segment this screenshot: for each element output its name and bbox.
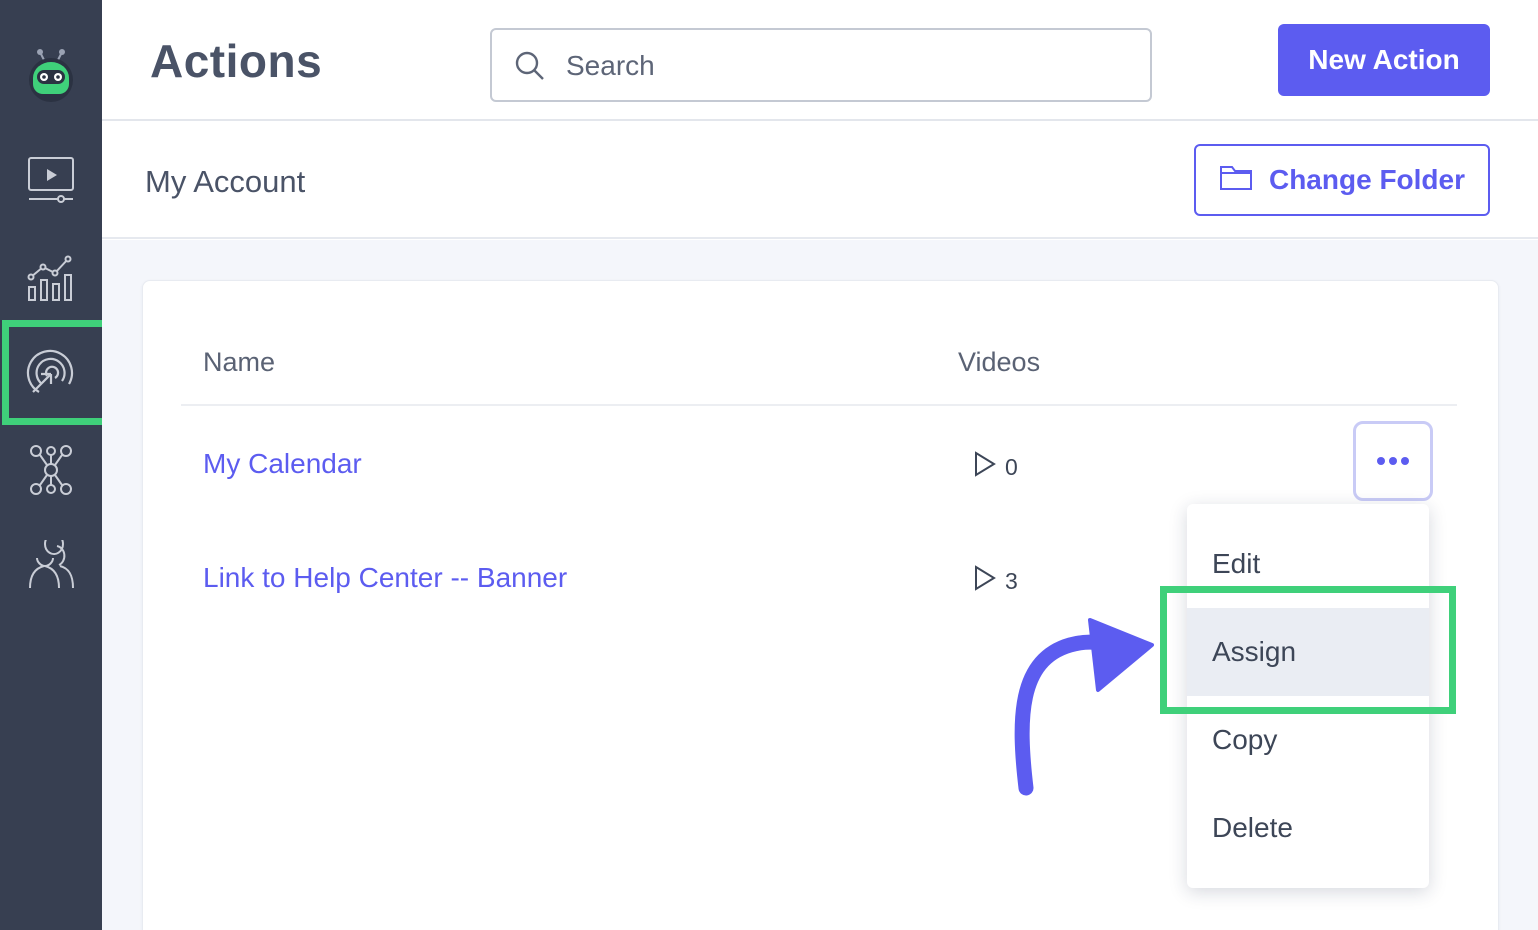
change-folder-button[interactable]: Change Folder — [1194, 144, 1490, 216]
change-folder-label: Change Folder — [1268, 164, 1465, 195]
table-row-videos: 3 — [973, 565, 1018, 597]
robot-logo-icon[interactable] — [21, 44, 81, 104]
integrations-network-icon[interactable] — [21, 440, 81, 500]
ellipsis-icon — [1377, 457, 1385, 465]
search-icon — [514, 50, 546, 87]
users-icon[interactable] — [21, 536, 81, 596]
search-box[interactable] — [490, 28, 1152, 102]
new-action-button[interactable]: New Action — [1278, 24, 1490, 96]
account-bar: My Account Change Folder — [102, 122, 1538, 239]
sidebar — [0, 0, 122, 930]
account-title: My Account — [145, 164, 306, 199]
page-title: Actions — [150, 35, 323, 87]
column-header-name: Name — [203, 347, 276, 377]
column-header-videos: Videos — [958, 347, 1041, 377]
analytics-chart-icon[interactable] — [21, 248, 81, 308]
top-header: Actions New Action — [102, 0, 1538, 121]
menu-item-delete[interactable]: Delete — [1187, 784, 1429, 872]
assign-highlight-box — [1160, 586, 1456, 714]
video-count: 3 — [1005, 567, 1018, 594]
row-more-options-button[interactable] — [1353, 421, 1433, 501]
video-player-icon[interactable] — [21, 150, 81, 210]
table-row-name-link[interactable]: My Calendar — [203, 448, 362, 480]
search-input[interactable] — [566, 44, 1126, 88]
header-divider — [181, 404, 1457, 406]
play-icon — [973, 451, 997, 483]
table-row-name-link[interactable]: Link to Help Center -- Banner — [203, 562, 567, 594]
table-row-videos: 0 — [973, 451, 1018, 483]
folder-icon — [1219, 163, 1253, 198]
play-icon — [973, 565, 997, 597]
video-count: 0 — [1005, 453, 1018, 480]
